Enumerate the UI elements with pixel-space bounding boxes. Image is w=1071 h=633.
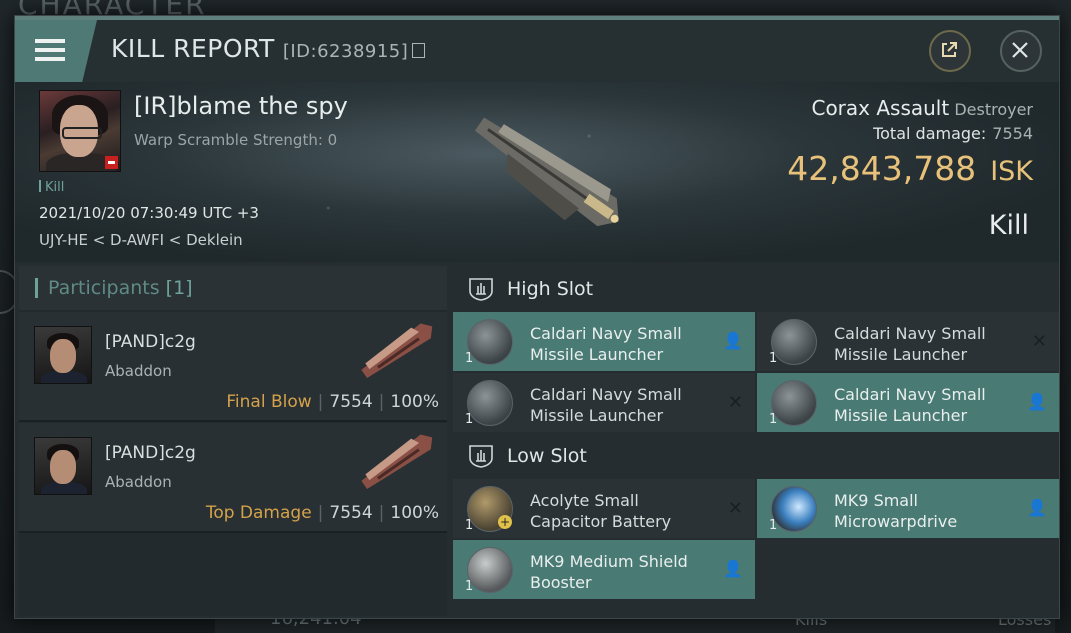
close-button[interactable] — [1000, 30, 1042, 72]
participant-row[interactable]: [PAND]c2g Abaddon Top Damage | 7554 | 100% — [19, 423, 447, 533]
participant-ship-image — [361, 323, 433, 379]
participant-percent: 100% — [390, 503, 439, 523]
item-name: Caldari Navy Small Missile Launcher — [834, 385, 986, 425]
slot-item[interactable]: 1 Caldari Navy Small Missile Launcher 👤 — [453, 312, 755, 371]
microwarpdrive-icon — [771, 486, 817, 532]
participant-damage: 7554 — [329, 503, 373, 523]
item-name: MK9 Small Microwarpdrive — [834, 491, 958, 531]
close-icon — [1012, 42, 1028, 58]
participant-percent: 100% — [390, 392, 439, 412]
slot-item[interactable]: + 1 Acolyte Small Capacitor Battery ✕ — [453, 479, 755, 538]
item-name: Caldari Navy Small Missile Launcher — [834, 324, 986, 364]
total-damage-value: 7554 — [992, 124, 1033, 143]
item-name: Caldari Navy Small Missile Launcher — [530, 324, 682, 364]
item-name: Acolyte Small Capacitor Battery — [530, 491, 672, 531]
slot-item[interactable]: 1 MK9 Medium Shield Booster 👤 — [453, 540, 755, 599]
participant-role: Top Damage — [205, 503, 312, 523]
hamburger-icon — [35, 39, 65, 61]
victim-ship-image — [474, 117, 619, 227]
missile-launcher-icon — [467, 319, 513, 365]
destroyed-x-icon: ✕ — [727, 392, 743, 413]
participant-damage: 7554 — [329, 392, 373, 412]
victim-name[interactable]: [IR]blame the spy — [134, 92, 348, 120]
copy-icon[interactable] — [412, 43, 426, 58]
item-quantity: 1 — [465, 518, 474, 533]
slot-item[interactable]: 1 Caldari Navy Small Missile Launcher ✕ — [453, 373, 755, 432]
dropped-person-icon: 👤 — [723, 331, 743, 350]
participant-row[interactable]: [PAND]c2g Abaddon Final Blow | 7554 | 100% — [19, 312, 447, 422]
standing-badge-icon — [105, 156, 118, 169]
item-quantity: 1 — [465, 412, 474, 427]
item-quantity: 1 — [465, 351, 474, 366]
item-quantity: 1 — [465, 579, 474, 594]
missile-launcher-icon — [467, 380, 513, 426]
low-slot-title: Low Slot — [507, 445, 587, 467]
share-button[interactable] — [929, 30, 971, 72]
participant-ship-image — [361, 434, 433, 490]
participant-name[interactable]: [PAND]c2g — [105, 443, 196, 463]
participant-ship: Abaddon — [105, 473, 172, 491]
missile-launcher-icon — [771, 380, 817, 426]
participant-role: Final Blow — [226, 392, 312, 412]
shield-booster-icon — [467, 547, 513, 593]
window-header: KILL REPORT [ID:6238915] — [15, 20, 1059, 82]
fitting-panel: High Slot 1 Caldari Navy Small Missile L… — [451, 266, 1059, 618]
capacitor-battery-icon: + — [467, 486, 513, 532]
participant-stats: Final Blow | 7554 | 100% — [226, 392, 439, 412]
kill-report-window: KILL REPORT [ID:6238915] [IR]blame the sp… — [14, 15, 1060, 619]
item-name: MK9 Medium Shield Booster — [530, 552, 688, 592]
destroyed-x-icon: ✕ — [1031, 331, 1047, 352]
participant-portrait[interactable] — [34, 437, 92, 495]
kill-id: [ID:6238915] — [282, 41, 409, 62]
item-quantity: 1 — [769, 351, 778, 366]
kill-location[interactable]: UJY-HE < D-AWFI < Deklein — [39, 231, 243, 249]
slot-item[interactable]: 1 Caldari Navy Small Missile Launcher 👤 — [757, 373, 1059, 432]
participants-count: [1] — [165, 277, 193, 299]
window-title-text: KILL REPORT — [111, 34, 275, 63]
participant-ship: Abaddon — [105, 362, 172, 380]
high-slot-icon — [469, 278, 493, 301]
participants-header: Participants [1] — [19, 266, 447, 310]
dropped-person-icon: 👤 — [1027, 392, 1047, 411]
participant-stats: Top Damage | 7554 | 100% — [205, 503, 439, 523]
participants-title: Participants — [48, 277, 160, 299]
kill-datetime: 2021/10/20 07:30:49 UTC +3 — [39, 204, 259, 222]
isk-value: 42,843,788 — [787, 149, 977, 188]
high-slot-header: High Slot — [451, 266, 1059, 310]
slot-item[interactable]: 1 MK9 Small Microwarpdrive 👤 — [757, 479, 1059, 538]
missile-launcher-icon — [771, 319, 817, 365]
item-name: Caldari Navy Small Missile Launcher — [530, 385, 682, 425]
victim-summary: [IR]blame the spy Warp Scramble Strength… — [15, 82, 1059, 262]
ship-info: Corax Assault Destroyer Total damage: 755… — [787, 96, 1033, 188]
ship-class: Destroyer — [954, 100, 1033, 119]
item-quantity: 1 — [769, 518, 778, 533]
total-damage-label: Total damage: — [873, 124, 987, 143]
ship-name[interactable]: Corax Assault — [811, 96, 949, 120]
victim-portrait[interactable] — [39, 90, 121, 172]
participant-name[interactable]: [PAND]c2g — [105, 332, 196, 352]
participant-portrait[interactable] — [34, 326, 92, 384]
low-slot-icon — [469, 445, 493, 468]
result-label: Kill — [988, 210, 1029, 241]
external-link-icon — [942, 42, 957, 57]
kill-tag: Kill — [39, 180, 64, 195]
item-quantity: 1 — [769, 412, 778, 427]
low-slot-header: Low Slot — [451, 433, 1059, 477]
high-slot-title: High Slot — [507, 278, 594, 300]
participants-panel: Participants [1] [PAND]c2g Abaddon Final… — [19, 266, 447, 616]
window-title: KILL REPORT [ID:6238915] — [111, 34, 426, 63]
menu-button[interactable] — [15, 20, 97, 82]
dropped-person-icon: 👤 — [1027, 498, 1047, 517]
isk-unit: ISK — [990, 156, 1033, 187]
dropped-person-icon: 👤 — [723, 559, 743, 578]
warp-scramble-strength: Warp Scramble Strength: 0 — [134, 131, 338, 149]
destroyed-x-icon: ✕ — [727, 498, 743, 519]
slot-item[interactable]: 1 Caldari Navy Small Missile Launcher ✕ — [757, 312, 1059, 371]
